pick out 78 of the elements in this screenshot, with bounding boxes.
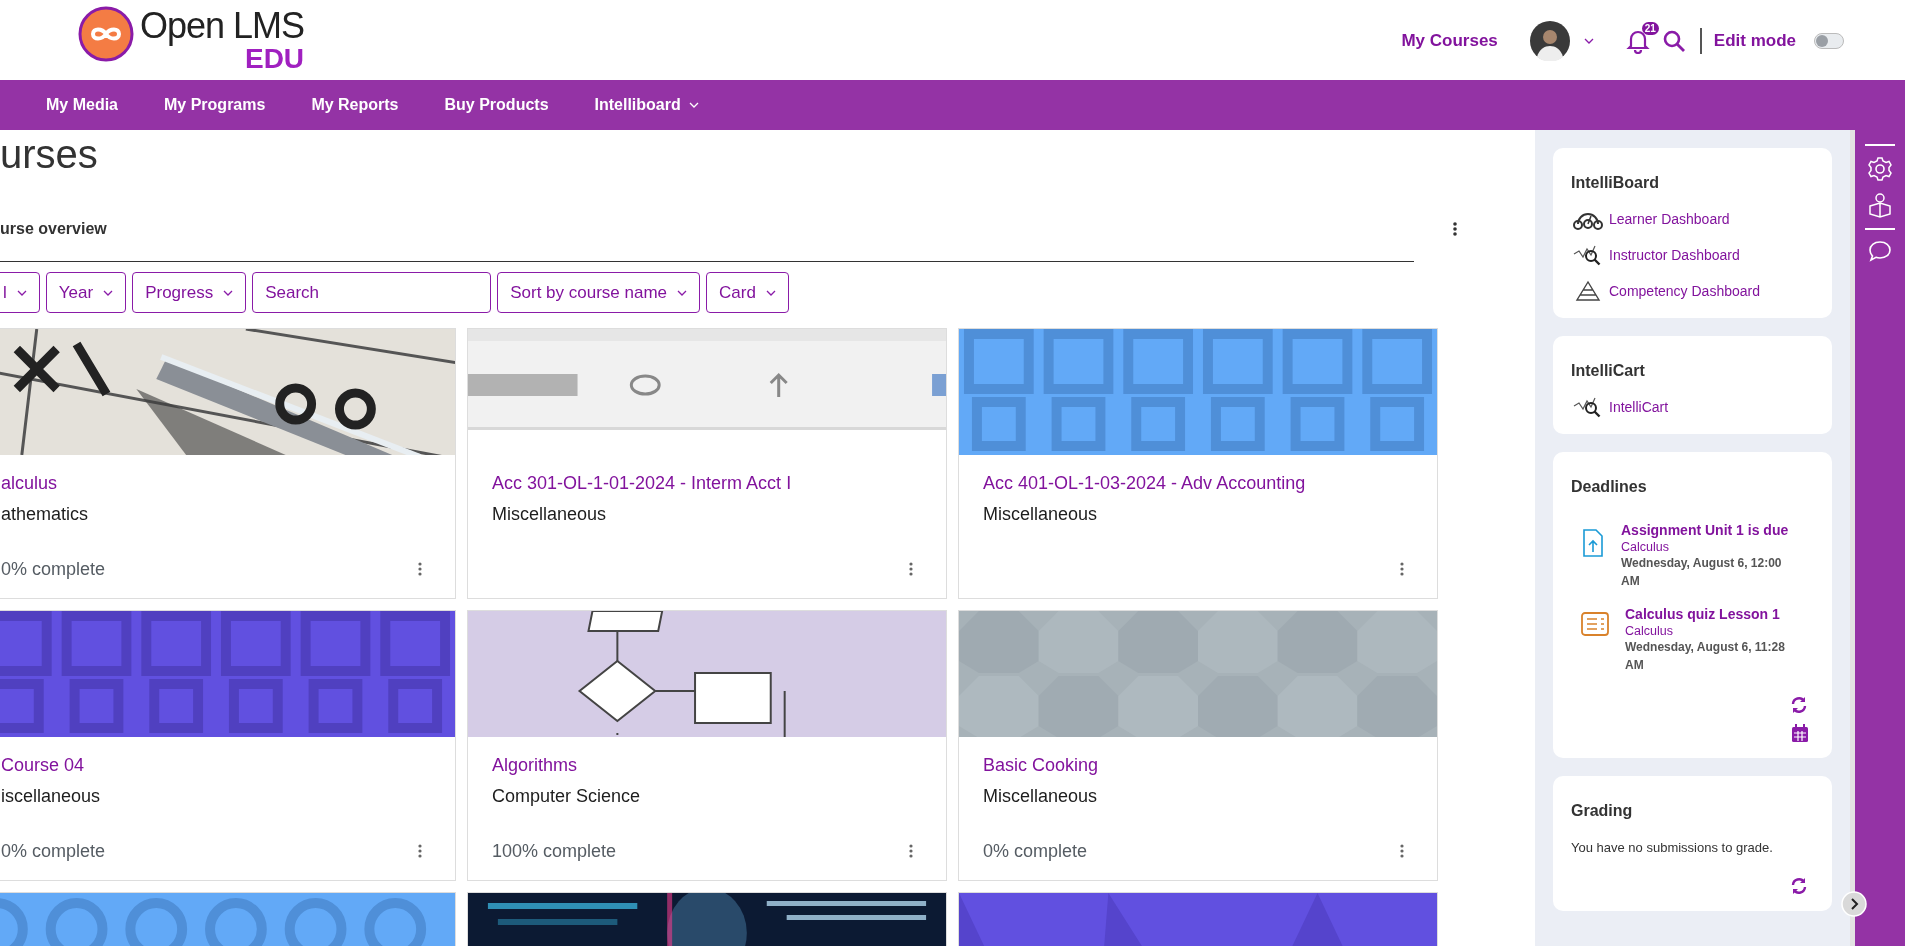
caret-icon bbox=[765, 289, 776, 296]
more-icon[interactable] bbox=[417, 844, 423, 858]
nav-link[interactable]: Intelliboard bbox=[594, 96, 699, 114]
caret-icon bbox=[103, 289, 114, 296]
search-field[interactable]: Search bbox=[252, 272, 492, 313]
nav-link[interactable]: My Media bbox=[46, 96, 118, 114]
caret-icon bbox=[677, 289, 688, 296]
more-icon[interactable] bbox=[417, 562, 423, 576]
course-link[interactable]: Calculus bbox=[1621, 540, 1791, 554]
course-category: Miscellaneous bbox=[983, 785, 1099, 808]
my-courses-link[interactable]: My Courses bbox=[1401, 31, 1498, 51]
block-link[interactable]: Instructor Dashboard bbox=[1609, 247, 1740, 263]
nav-link[interactable]: Buy Products bbox=[444, 96, 549, 114]
block-link[interactable]: Learner Dashboard bbox=[1609, 211, 1730, 227]
caret-icon bbox=[16, 289, 27, 296]
nav-link[interactable]: My Programs bbox=[164, 96, 266, 114]
logo-icon bbox=[78, 5, 134, 62]
course-title-link[interactable]: Acc 301-OL-1-01-2024 - Interm Acct I bbox=[492, 471, 922, 495]
filter-dropdown[interactable]: Progress bbox=[132, 272, 247, 313]
page-title: urses bbox=[0, 131, 99, 178]
block-title: IntelliBoard bbox=[1571, 174, 1660, 192]
course-title-link[interactable]: Acc 401-OL-1-03-2024 - Adv Accounting bbox=[983, 471, 1413, 495]
settings-icon[interactable] bbox=[1867, 156, 1893, 182]
progress-text: 0% complete bbox=[1, 558, 106, 580]
refresh-icon[interactable] bbox=[1790, 696, 1808, 714]
nav-link[interactable]: My Reports bbox=[311, 96, 399, 114]
more-icon[interactable] bbox=[1399, 562, 1405, 576]
expand-icon[interactable] bbox=[1841, 891, 1867, 917]
person-book-icon[interactable] bbox=[1867, 192, 1893, 218]
course-category: iscellaneous bbox=[1, 785, 102, 808]
deadline-title-link[interactable]: Calculus quiz Lesson 1 bbox=[1625, 606, 1795, 622]
caret-icon[interactable] bbox=[1583, 38, 1594, 44]
caret-icon bbox=[223, 289, 234, 296]
block-title: Grading bbox=[1571, 802, 1634, 820]
chart-magnifier-icon bbox=[1573, 244, 1603, 266]
course-category: Computer Science bbox=[492, 785, 642, 808]
deadline-date: Wednesday, August 6, 12:00 AM bbox=[1621, 555, 1783, 590]
course-category: athematics bbox=[1, 503, 90, 526]
filter-dropdown[interactable]: Card bbox=[706, 272, 789, 313]
course-title-link[interactable]: Course 04 bbox=[1, 753, 431, 777]
more-icon[interactable] bbox=[908, 844, 914, 858]
block-text: You have no submissions to grade. bbox=[1571, 840, 1774, 855]
course-category: Miscellaneous bbox=[983, 503, 1099, 526]
pyramid-icon bbox=[1573, 280, 1603, 302]
more-icon[interactable] bbox=[908, 562, 914, 576]
avatar[interactable] bbox=[1529, 21, 1570, 61]
chart-magnifier-icon bbox=[1573, 396, 1603, 418]
block-title: Deadlines bbox=[1571, 478, 1648, 496]
filter-dropdown[interactable]: l bbox=[0, 272, 40, 313]
course-title-link[interactable]: Algorithms bbox=[492, 753, 922, 777]
course-title-link[interactable]: alculus bbox=[1, 471, 431, 495]
checklist-icon bbox=[1581, 612, 1609, 636]
course-title-link[interactable]: Basic Cooking bbox=[983, 753, 1413, 777]
block-link[interactable]: IntelliCart bbox=[1609, 399, 1669, 415]
chat-icon[interactable] bbox=[1868, 240, 1892, 262]
deadline-date: Wednesday, August 6, 11:28 AM bbox=[1625, 639, 1786, 674]
progress-text: 0% complete bbox=[983, 840, 1088, 862]
edit-mode-toggle[interactable] bbox=[1814, 33, 1844, 49]
filter-dropdown[interactable]: Sort by course name bbox=[497, 272, 701, 313]
progress-text: 100% complete bbox=[492, 840, 617, 862]
more-icon[interactable] bbox=[1452, 221, 1458, 237]
progress-text: 0% complete bbox=[1, 840, 106, 862]
file-upload-icon bbox=[1581, 528, 1605, 558]
deadline-title-link[interactable]: Assignment Unit 1 is due bbox=[1621, 522, 1791, 538]
refresh-icon[interactable] bbox=[1790, 877, 1808, 895]
calendar-icon[interactable] bbox=[1792, 724, 1808, 742]
filter-dropdown[interactable]: Year bbox=[45, 272, 127, 313]
more-icon[interactable] bbox=[1399, 844, 1405, 858]
notification-badge: 21 bbox=[1641, 22, 1659, 35]
search-icon[interactable] bbox=[1661, 29, 1686, 53]
course-link[interactable]: Calculus bbox=[1625, 624, 1795, 638]
course-category: Miscellaneous bbox=[492, 503, 608, 526]
section-title: urse overview bbox=[0, 219, 107, 239]
logo-edition: EDU bbox=[244, 44, 305, 73]
logo-name: Open LMS bbox=[140, 7, 305, 44]
edit-mode-label: Edit mode bbox=[1713, 31, 1796, 51]
block-link[interactable]: Competency Dashboard bbox=[1609, 283, 1760, 299]
block-title: IntelliCart bbox=[1571, 362, 1646, 380]
